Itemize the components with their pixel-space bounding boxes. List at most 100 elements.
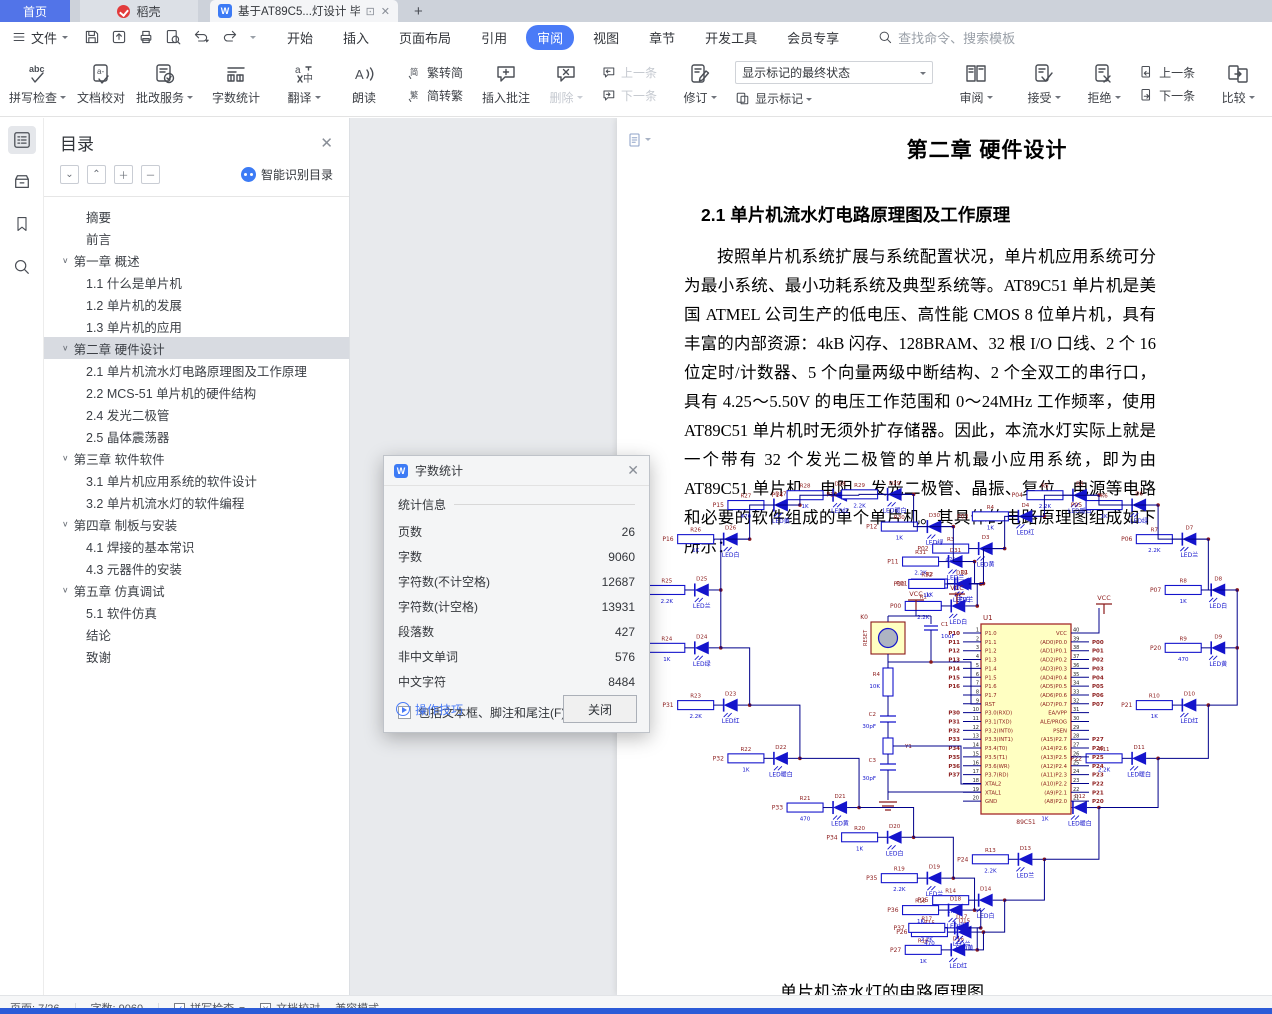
toc-item[interactable]: ∨ 第五章 仿真调试: [44, 579, 349, 601]
side-icon-strip: [0, 118, 44, 995]
print-preview-icon[interactable]: [165, 29, 181, 45]
menu-tab-开发工具[interactable]: 开发工具: [694, 25, 768, 50]
svg-text:26: 26: [1073, 751, 1079, 757]
undo-icon[interactable]: [192, 29, 210, 45]
tab-home[interactable]: 首页: [0, 0, 70, 22]
tips-link[interactable]: 操作技巧: [396, 701, 463, 718]
document-page[interactable]: 第二章 硬件设计 2.1 单片机流水灯电路原理图及工作原理 按照单片机系统扩展与…: [617, 118, 1272, 995]
bookmark-panel-icon[interactable]: [8, 210, 36, 238]
svg-text:28: 28: [1073, 734, 1079, 740]
word-count-dialog[interactable]: W 字数统计 ✕ 统计信息 页数 26 字数 9060 字符数(不计空格) 12687 字符…: [383, 455, 650, 733]
menu-tab-引用[interactable]: 引用: [470, 25, 518, 50]
prev-change-button[interactable]: 上一条: [1139, 64, 1195, 81]
dialog-close-icon[interactable]: ✕: [627, 462, 639, 479]
toc-item[interactable]: 结论: [44, 623, 349, 645]
command-search[interactable]: 查找命令、搜索模板: [878, 28, 1015, 47]
svg-text:2.2K: 2.2K: [984, 868, 997, 874]
search-panel-icon[interactable]: [8, 252, 36, 280]
tab-docer[interactable]: 稻壳: [80, 0, 198, 22]
toc-item[interactable]: 1.2 单片机的发展: [44, 293, 349, 315]
doc-proof-button[interactable]: a- 文档校对: [76, 63, 126, 106]
toc-item[interactable]: ∨ 第二章 硬件设计: [44, 337, 349, 359]
menu-tab-视图[interactable]: 视图: [582, 25, 630, 50]
menu-tab-页面布局[interactable]: 页面布局: [388, 25, 462, 50]
correction-service-button[interactable]: 批改服务: [136, 63, 194, 106]
toc-item[interactable]: 3.1 单片机应用系统的软件设计: [44, 469, 349, 491]
status-doc-proof[interactable]: ✕文档校对: [260, 1000, 320, 1008]
menu-tab-章节[interactable]: 章节: [638, 25, 686, 50]
next-comment-button[interactable]: 下一条: [601, 87, 657, 104]
toc-item[interactable]: 2.2 MCS-51 单片机的硬件结构: [44, 381, 349, 403]
trad-to-simp-button[interactable]: 简 繁转简: [407, 64, 463, 81]
simp-to-trad-button[interactable]: 繁 简转繁: [407, 87, 463, 104]
collapse-all-button[interactable]: －: [141, 165, 160, 184]
toc-item[interactable]: ∨ 第三章 软件软件: [44, 447, 349, 469]
close-button[interactable]: 关闭: [563, 695, 637, 723]
smart-toc-button[interactable]: 智能识别目录: [240, 166, 333, 183]
toc-item[interactable]: ∨ 第一章 概述: [44, 249, 349, 271]
toc-item[interactable]: 2.4 发光二极管: [44, 403, 349, 425]
svg-text:34: 34: [1073, 681, 1079, 687]
status-words[interactable]: 字数: 9060: [91, 1000, 144, 1008]
next-change-button[interactable]: 下一条: [1139, 87, 1195, 104]
chevron-down-icon[interactable]: ∨: [62, 343, 69, 353]
toc-item[interactable]: 1.3 单片机的应用: [44, 315, 349, 337]
toc-item[interactable]: 5.1 软件仿真: [44, 601, 349, 623]
new-tab-button[interactable]: +: [414, 0, 423, 22]
outline-panel-icon[interactable]: [7, 126, 36, 154]
show-markup-button[interactable]: 显示标记: [735, 90, 933, 107]
toc-item[interactable]: 2.5 晶体震荡器: [44, 425, 349, 447]
accept-change-button[interactable]: 接受: [1019, 63, 1069, 106]
toc-item[interactable]: 1.1 什么是单片机: [44, 271, 349, 293]
svg-text:D19: D19: [929, 865, 941, 871]
chevron-down-icon[interactable]: ∨: [62, 453, 69, 463]
compare-button[interactable]: 比较: [1213, 63, 1263, 106]
delete-comment-button[interactable]: 删除: [541, 63, 591, 106]
chevron-down-icon[interactable]: ∨: [62, 255, 69, 265]
export-icon[interactable]: [111, 29, 127, 45]
menu-tab-会员专享[interactable]: 会员专享: [776, 25, 850, 50]
toc-item[interactable]: ∨ 第四章 制板与安装: [44, 513, 349, 535]
toc-item[interactable]: 致谢: [44, 645, 349, 667]
toc-item[interactable]: 摘要: [44, 205, 349, 227]
toc-item[interactable]: 4.1 焊接的基本常识: [44, 535, 349, 557]
annotation-panel-icon[interactable]: [8, 168, 36, 196]
expand-down-button[interactable]: ⌄: [60, 165, 79, 184]
print-icon[interactable]: [138, 29, 154, 45]
tab-document[interactable]: W 基于AT89C5...灯设计 毕业论文 ⊡ ✕: [210, 0, 398, 22]
redo-icon[interactable]: [221, 29, 239, 45]
status-spell-check[interactable]: ✓拼写检查: [174, 1000, 246, 1008]
status-page[interactable]: 页面: 7/26: [10, 1000, 60, 1008]
review-panes-button[interactable]: 审阅: [951, 63, 1001, 106]
toc-item[interactable]: 前言: [44, 227, 349, 249]
toc-item[interactable]: 4.3 元器件的安装: [44, 557, 349, 579]
toc-close-icon[interactable]: ✕: [320, 134, 333, 152]
chevron-down-icon[interactable]: ∨: [62, 519, 69, 529]
svg-text:27: 27: [1073, 743, 1079, 749]
markup-state-dropdown[interactable]: 显示标记的最终状态: [735, 61, 934, 84]
word-count-button[interactable]: 字数统计: [211, 63, 261, 106]
status-compat-mode[interactable]: 兼容模式: [335, 1000, 379, 1008]
chapter-heading: 第二章 硬件设计: [906, 139, 1068, 162]
track-changes-button[interactable]: 修订: [675, 63, 725, 106]
close-document-icon[interactable]: ✕: [381, 5, 390, 18]
menu-tab-开始[interactable]: 开始: [276, 25, 324, 50]
prev-comment-button[interactable]: 上一条: [601, 64, 657, 81]
expand-all-button[interactable]: ＋: [114, 165, 133, 184]
toc-item[interactable]: 3.2 单片机流水灯的软件编程: [44, 491, 349, 513]
toc-item[interactable]: 2.1 单片机流水灯电路原理图及工作原理: [44, 359, 349, 381]
chevron-down-icon[interactable]: ∨: [62, 585, 69, 595]
file-menu[interactable]: 文件: [12, 28, 69, 47]
share-screen-icon[interactable]: ⊡: [366, 5, 375, 18]
menu-tab-插入[interactable]: 插入: [332, 25, 380, 50]
spell-check-button[interactable]: abc 拼写检查: [9, 63, 67, 106]
save-icon[interactable]: [84, 29, 100, 45]
collapse-up-button[interactable]: ⌃: [87, 165, 106, 184]
toolbar-collapse-icon[interactable]: [250, 36, 257, 42]
reject-change-button[interactable]: 拒绝: [1079, 63, 1129, 106]
menu-tab-审阅[interactable]: 审阅: [526, 24, 575, 50]
translate-button[interactable]: a中 翻译: [279, 63, 329, 106]
read-aloud-button[interactable]: A 朗读: [339, 63, 389, 106]
insert-comment-button[interactable]: 插入批注: [481, 63, 531, 106]
svg-text:R27: R27: [740, 494, 751, 500]
